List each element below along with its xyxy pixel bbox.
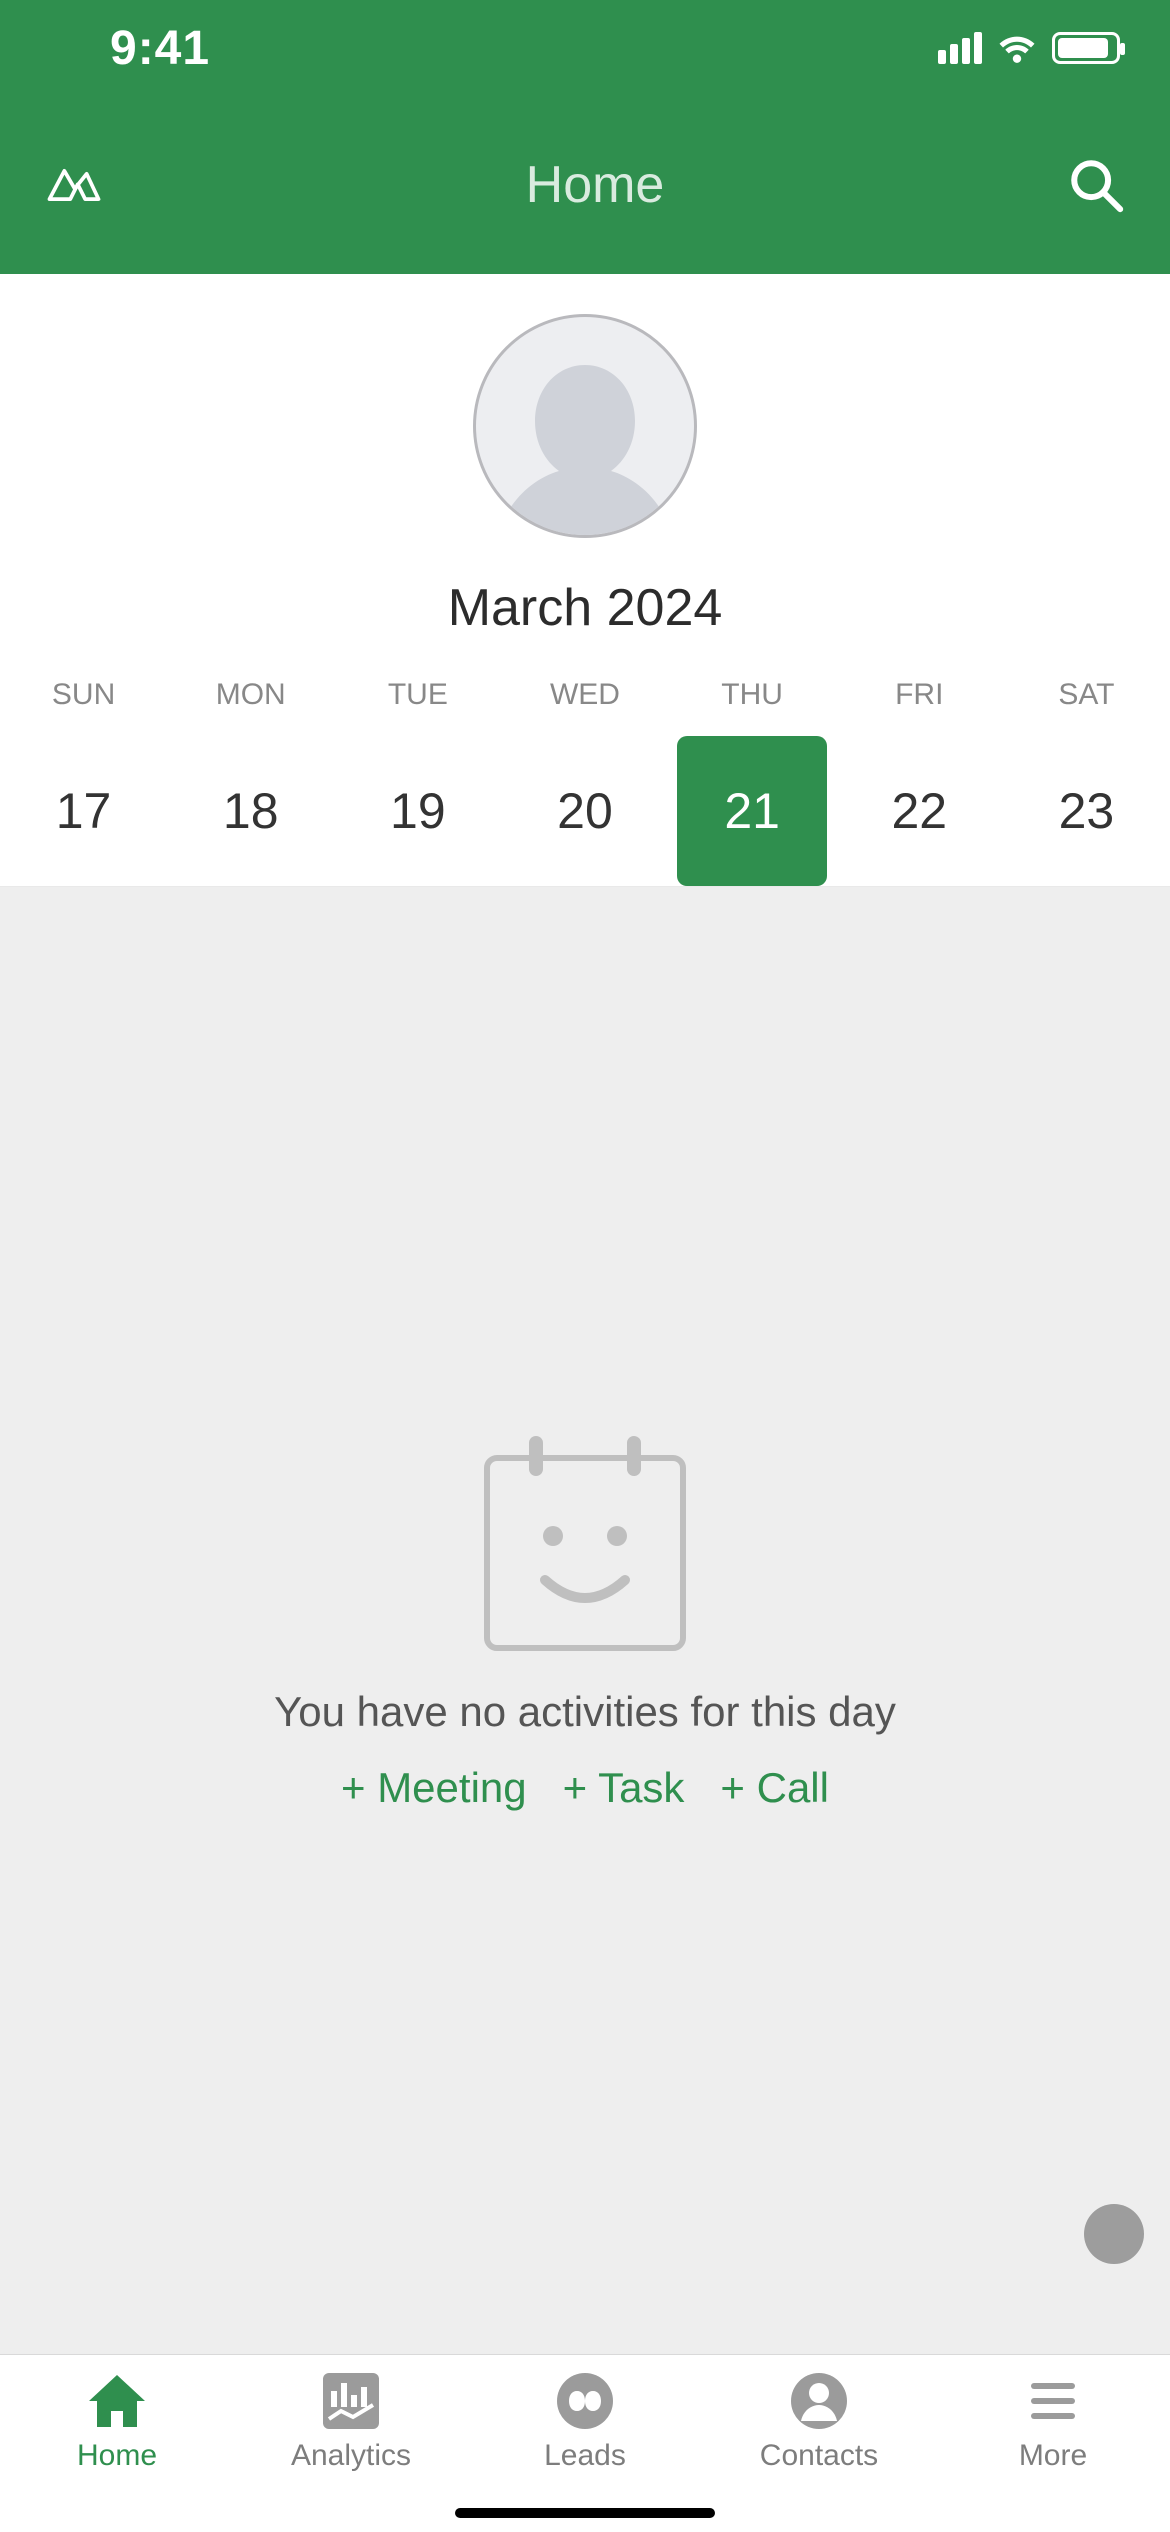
empty-message: You have no activities for this day bbox=[274, 1688, 896, 1736]
day-number: 23 bbox=[1011, 736, 1161, 886]
tab-label: More bbox=[1019, 2439, 1087, 2473]
month-label[interactable]: March 2024 bbox=[0, 578, 1170, 638]
home-indicator bbox=[455, 2508, 715, 2518]
dow-fri: FRI bbox=[836, 668, 1003, 722]
assistive-touch-dot[interactable] bbox=[1084, 2204, 1144, 2264]
dow-sun: SUN bbox=[0, 668, 167, 722]
day-cell-selected[interactable]: 21 bbox=[669, 736, 836, 886]
leads-icon bbox=[553, 2369, 617, 2433]
add-call-button[interactable]: + Call bbox=[720, 1764, 829, 1812]
home-icon bbox=[85, 2369, 149, 2433]
calendar-smile-icon bbox=[473, 1430, 697, 1660]
nav-bar: Home bbox=[0, 96, 1170, 274]
more-icon bbox=[1021, 2369, 1085, 2433]
cellular-icon bbox=[938, 32, 982, 64]
empty-actions: + Meeting + Task + Call bbox=[341, 1764, 829, 1812]
search-icon bbox=[1067, 156, 1125, 214]
dow-tue: TUE bbox=[334, 668, 501, 722]
day-cell[interactable]: 20 bbox=[501, 736, 668, 886]
tab-more[interactable]: More bbox=[936, 2369, 1170, 2532]
dow-sat: SAT bbox=[1003, 668, 1170, 722]
contacts-icon bbox=[787, 2369, 851, 2433]
tab-home[interactable]: Home bbox=[0, 2369, 234, 2532]
day-cell[interactable]: 18 bbox=[167, 736, 334, 886]
add-meeting-button[interactable]: + Meeting bbox=[341, 1764, 527, 1812]
dow-thu: THU bbox=[669, 668, 836, 722]
battery-icon bbox=[1052, 32, 1120, 64]
day-number: 17 bbox=[9, 736, 159, 886]
day-number: 21 bbox=[677, 736, 827, 886]
day-number: 19 bbox=[343, 736, 493, 886]
dow-wed: WED bbox=[501, 668, 668, 722]
day-number: 22 bbox=[844, 736, 994, 886]
search-button[interactable] bbox=[1067, 156, 1125, 214]
day-number: 18 bbox=[176, 736, 326, 886]
day-cell[interactable]: 22 bbox=[836, 736, 1003, 886]
weekday-row: SUN MON TUE WED THU FRI SAT bbox=[0, 668, 1170, 722]
app-logo-icon[interactable] bbox=[45, 156, 123, 214]
tab-contacts[interactable]: Contacts bbox=[702, 2369, 936, 2532]
status-bar: 9:41 bbox=[0, 0, 1170, 96]
wifi-icon bbox=[996, 32, 1038, 64]
status-icons bbox=[938, 32, 1120, 64]
days-row: 17 18 19 20 21 22 23 bbox=[0, 722, 1170, 886]
day-cell[interactable]: 23 bbox=[1003, 736, 1170, 886]
page-title: Home bbox=[123, 155, 1067, 215]
activities-empty-state: You have no activities for this day + Me… bbox=[0, 887, 1170, 2354]
tab-label: Analytics bbox=[291, 2439, 411, 2473]
day-number: 20 bbox=[510, 736, 660, 886]
avatar[interactable] bbox=[473, 314, 697, 538]
day-cell[interactable]: 19 bbox=[334, 736, 501, 886]
status-time: 9:41 bbox=[110, 21, 210, 76]
analytics-icon bbox=[319, 2369, 383, 2433]
tab-label: Leads bbox=[544, 2439, 626, 2473]
tab-bar: Home Analytics Leads bbox=[0, 2354, 1170, 2532]
add-task-button[interactable]: + Task bbox=[563, 1764, 685, 1812]
dow-mon: MON bbox=[167, 668, 334, 722]
tab-label: Home bbox=[77, 2439, 157, 2473]
day-cell[interactable]: 17 bbox=[0, 736, 167, 886]
tab-analytics[interactable]: Analytics bbox=[234, 2369, 468, 2532]
avatar-placeholder-icon bbox=[485, 345, 685, 535]
tab-label: Contacts bbox=[760, 2439, 878, 2473]
calendar-header: March 2024 SUN MON TUE WED THU FRI SAT 1… bbox=[0, 274, 1170, 887]
